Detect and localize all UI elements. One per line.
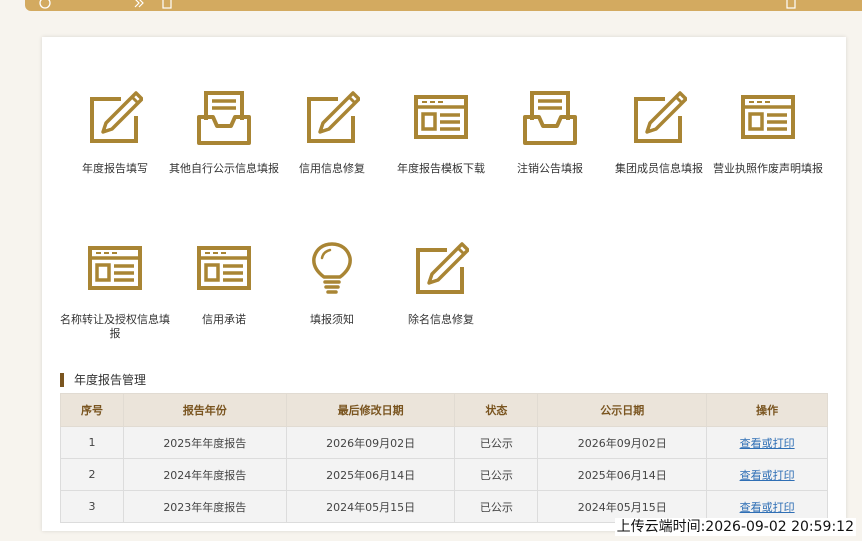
cell-no: 2	[60, 458, 124, 491]
tile-cancellation-notice[interactable]: 注销公告填报	[495, 90, 605, 176]
tile-license-void-statement[interactable]: 营业执照作废声明填报	[713, 90, 823, 176]
form-window-icon	[197, 246, 251, 290]
cell-modified: 2026年09月02日	[285, 426, 456, 459]
cell-no: 1	[60, 426, 124, 459]
tile-group-members[interactable]: 集团成员信息填报	[604, 90, 714, 176]
col-header-action: 操作	[706, 393, 828, 427]
col-header-status: 状态	[454, 393, 539, 427]
tile-template-download[interactable]: 年度报告模板下载	[386, 90, 496, 176]
cell-published: 2025年06月14日	[537, 458, 708, 491]
col-header-published: 公示日期	[537, 393, 708, 427]
menu-icon[interactable]	[785, 0, 797, 9]
tile-label: 集团成员信息填报	[615, 162, 703, 175]
top-toolbar	[25, 0, 862, 11]
col-header-modified: 最后修改日期	[285, 393, 456, 427]
tile-label: 除名信息修复	[408, 313, 474, 326]
view-print-link[interactable]: 查看或打印	[740, 501, 795, 514]
cell-modified: 2025年06月14日	[285, 458, 456, 491]
tile-label: 名称转让及授权信息填报	[60, 313, 170, 340]
form-window-icon	[88, 246, 142, 290]
inbox-tray-icon	[523, 91, 577, 145]
tile-label: 填报须知	[310, 313, 354, 326]
cell-published: 2026年09月02日	[537, 426, 708, 459]
tile-removal-repair[interactable]: 除名信息修复	[386, 241, 496, 327]
tile-label: 注销公告填报	[517, 162, 583, 175]
tile-filing-notice[interactable]: 填报须知	[277, 241, 387, 327]
cell-status: 已公示	[454, 490, 539, 523]
forward-icon[interactable]	[133, 0, 145, 8]
cell-action: 查看或打印	[706, 426, 828, 459]
edit-pen-icon	[416, 242, 469, 294]
cell-year: 2025年年度报告	[122, 426, 287, 459]
edit-pen-icon	[634, 91, 687, 143]
tile-credit-repair[interactable]: 信用信息修复	[277, 90, 387, 176]
edit-pen-icon	[90, 91, 143, 143]
cell-year: 2024年年度报告	[122, 458, 287, 491]
tile-annual-report-fill[interactable]: 年度报告填写	[60, 90, 170, 176]
tile-label: 信用信息修复	[299, 162, 365, 175]
table-header-row: 序号 报告年份 最后修改日期 状态 公示日期 操作	[60, 393, 828, 427]
tile-label: 年度报告填写	[82, 162, 148, 175]
form-window-icon	[741, 95, 795, 139]
view-print-link[interactable]: 查看或打印	[740, 469, 795, 482]
cell-status: 已公示	[454, 458, 539, 491]
cell-action: 查看或打印	[706, 458, 828, 491]
tile-other-disclosure[interactable]: 其他自行公示信息填报	[169, 90, 279, 176]
upload-timestamp: 上传云端时间:2026-09-02 20:59:12	[614, 518, 856, 536]
tile-label: 年度报告模板下载	[397, 162, 485, 175]
tile-label: 营业执照作废声明填报	[713, 162, 823, 175]
refresh-icon[interactable]	[39, 0, 51, 9]
table-row: 2 2024年年度报告 2025年06月14日 已公示 2025年06月14日 …	[60, 458, 828, 491]
col-header-no: 序号	[60, 393, 124, 427]
cell-modified: 2024年05月15日	[285, 490, 456, 523]
lightbulb-icon	[312, 242, 352, 294]
edit-pen-icon	[307, 91, 360, 143]
tile-name-transfer[interactable]: 名称转让及授权信息填报	[60, 241, 170, 341]
col-header-year: 报告年份	[122, 393, 287, 427]
cell-status: 已公示	[454, 426, 539, 459]
tile-label: 信用承诺	[202, 313, 246, 326]
form-window-icon	[414, 95, 468, 139]
inbox-tray-icon	[197, 91, 251, 145]
view-print-link[interactable]: 查看或打印	[740, 437, 795, 450]
table-row: 1 2025年年度报告 2026年09月02日 已公示 2026年09月02日 …	[60, 426, 828, 459]
tile-label: 其他自行公示信息填报	[169, 162, 279, 175]
cell-no: 3	[60, 490, 124, 523]
cell-year: 2023年年度报告	[122, 490, 287, 523]
page-icon[interactable]	[161, 0, 173, 9]
tile-credit-commitment[interactable]: 信用承诺	[169, 241, 279, 327]
annual-report-table: 序号 报告年份 最后修改日期 状态 公示日期 操作 1 2025年年度报告 20…	[60, 393, 828, 523]
section-title: 年度报告管理	[60, 373, 146, 387]
